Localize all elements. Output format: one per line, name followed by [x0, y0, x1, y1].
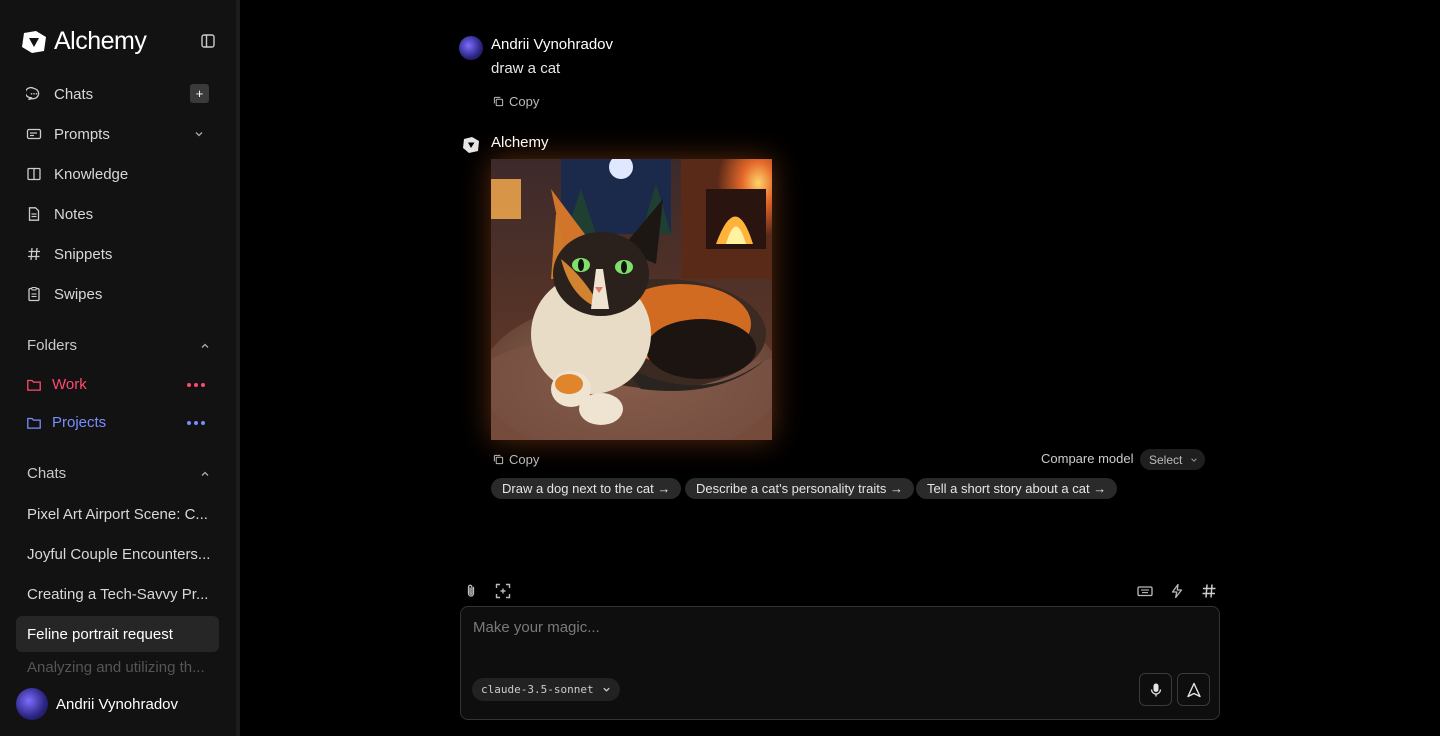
chat-list-item[interactable]: Pixel Art Airport Scene: C...	[16, 496, 219, 532]
user-message: draw a cat	[491, 60, 561, 77]
message-author: Andrii Vynohradov	[491, 36, 614, 53]
folder-work-menu-icon[interactable]	[187, 383, 205, 387]
avatar	[16, 688, 48, 720]
sidebar-divider[interactable]	[236, 0, 240, 736]
chat-list-item[interactable]: Analyzing and utilizing th...	[16, 656, 219, 678]
book-icon	[27, 167, 41, 181]
copy-button[interactable]: Copy	[493, 94, 539, 109]
chevron-down-icon	[1191, 457, 1198, 462]
folder-label: Work	[52, 376, 87, 393]
copy-icon	[493, 454, 504, 465]
note-icon	[28, 207, 40, 221]
chat-list-item[interactable]: Joyful Couple Encounters...	[16, 536, 219, 572]
chevron-down-icon	[602, 687, 610, 692]
send-icon	[1186, 682, 1201, 697]
message-author: Alchemy	[491, 134, 549, 151]
message-composer: claude-3.5-sonnet	[460, 606, 1220, 720]
folder-icon	[27, 379, 41, 391]
screenshot-icon[interactable]	[495, 583, 511, 599]
folder-work[interactable]: Work	[26, 376, 87, 393]
keyboard-icon[interactable]	[1137, 583, 1153, 599]
voice-button[interactable]	[1139, 673, 1172, 706]
lightning-icon[interactable]	[1169, 583, 1185, 599]
send-button[interactable]	[1177, 673, 1210, 706]
sidebar-item-chats[interactable]: Chats	[26, 82, 93, 106]
app-name: Alchemy	[54, 27, 147, 55]
user-profile[interactable]: Andrii Vynohradov	[16, 688, 178, 720]
sidebar-item-knowledge[interactable]: Knowledge	[26, 162, 128, 186]
chevron-up-icon[interactable]	[200, 341, 210, 351]
chat-list-item[interactable]: Creating a Tech-Savvy Pr...	[16, 576, 219, 612]
sidebar-item-snippets[interactable]: Snippets	[26, 242, 112, 266]
sidebar-item-notes[interactable]: Notes	[26, 202, 93, 226]
clipboard-icon	[28, 286, 40, 302]
sidebar-item-swipes[interactable]: Swipes	[26, 282, 102, 306]
sidebar-item-label: Knowledge	[54, 165, 129, 183]
sidebar-item-label: Prompts	[54, 125, 110, 143]
hash-icon	[28, 247, 40, 261]
avatar	[459, 36, 483, 60]
app-logo[interactable]: Alchemy	[20, 27, 147, 56]
alchemy-logo-icon	[22, 30, 46, 53]
new-chat-button[interactable]: +	[190, 84, 209, 103]
sidebar-toggle-icon[interactable]	[200, 33, 216, 49]
sidebar-item-label: Snippets	[54, 245, 113, 263]
generated-cat-image[interactable]	[491, 159, 772, 440]
prompt-card-icon	[26, 128, 42, 140]
sidebar: Alchemy Chats + Prompts Knowledge Notes …	[0, 0, 236, 736]
folder-icon	[27, 417, 41, 429]
alchemy-logo-icon	[463, 137, 479, 153]
chat-bubble-icon	[26, 86, 40, 101]
sidebar-item-label: Notes	[54, 205, 94, 223]
suggestion-chip[interactable]: Tell a short story about a cat →	[916, 478, 1118, 499]
sidebar-item-label: Chats	[54, 85, 94, 103]
model-selector[interactable]: claude-3.5-sonnet	[472, 678, 620, 701]
copy-icon	[493, 96, 504, 107]
attach-icon[interactable]	[463, 583, 479, 599]
compare-model-label: Compare model	[1041, 451, 1134, 466]
hash-icon[interactable]	[1201, 583, 1217, 599]
chats-header[interactable]: Chats	[27, 465, 66, 482]
copy-button[interactable]: Copy	[493, 452, 539, 467]
sidebar-item-label: Swipes	[54, 285, 103, 303]
microphone-icon	[1150, 683, 1161, 696]
message-input[interactable]	[473, 619, 1193, 636]
user-name: Andrii Vynohradov	[56, 695, 179, 713]
suggestion-chip[interactable]: Describe a cat's personality traits →	[685, 478, 914, 499]
model-name: claude-3.5-sonnet	[481, 683, 594, 696]
compare-model-select[interactable]: Select	[1140, 449, 1205, 470]
folder-label: Projects	[52, 414, 107, 431]
select-label: Select	[1149, 452, 1183, 467]
chat-list-item-active[interactable]: Feline portrait request	[16, 616, 219, 652]
suggestion-chip[interactable]: Draw a dog next to the cat →	[491, 478, 682, 499]
folder-projects-menu-icon[interactable]	[187, 421, 205, 425]
chevron-down-icon[interactable]	[194, 129, 204, 139]
sidebar-item-prompts[interactable]: Prompts	[26, 122, 110, 146]
cat-illustration	[491, 159, 772, 440]
chevron-up-icon[interactable]	[200, 469, 210, 479]
folder-projects[interactable]: Projects	[26, 414, 106, 431]
folders-header[interactable]: Folders	[27, 337, 77, 354]
copy-label: Copy	[509, 452, 540, 467]
copy-label: Copy	[509, 94, 540, 109]
